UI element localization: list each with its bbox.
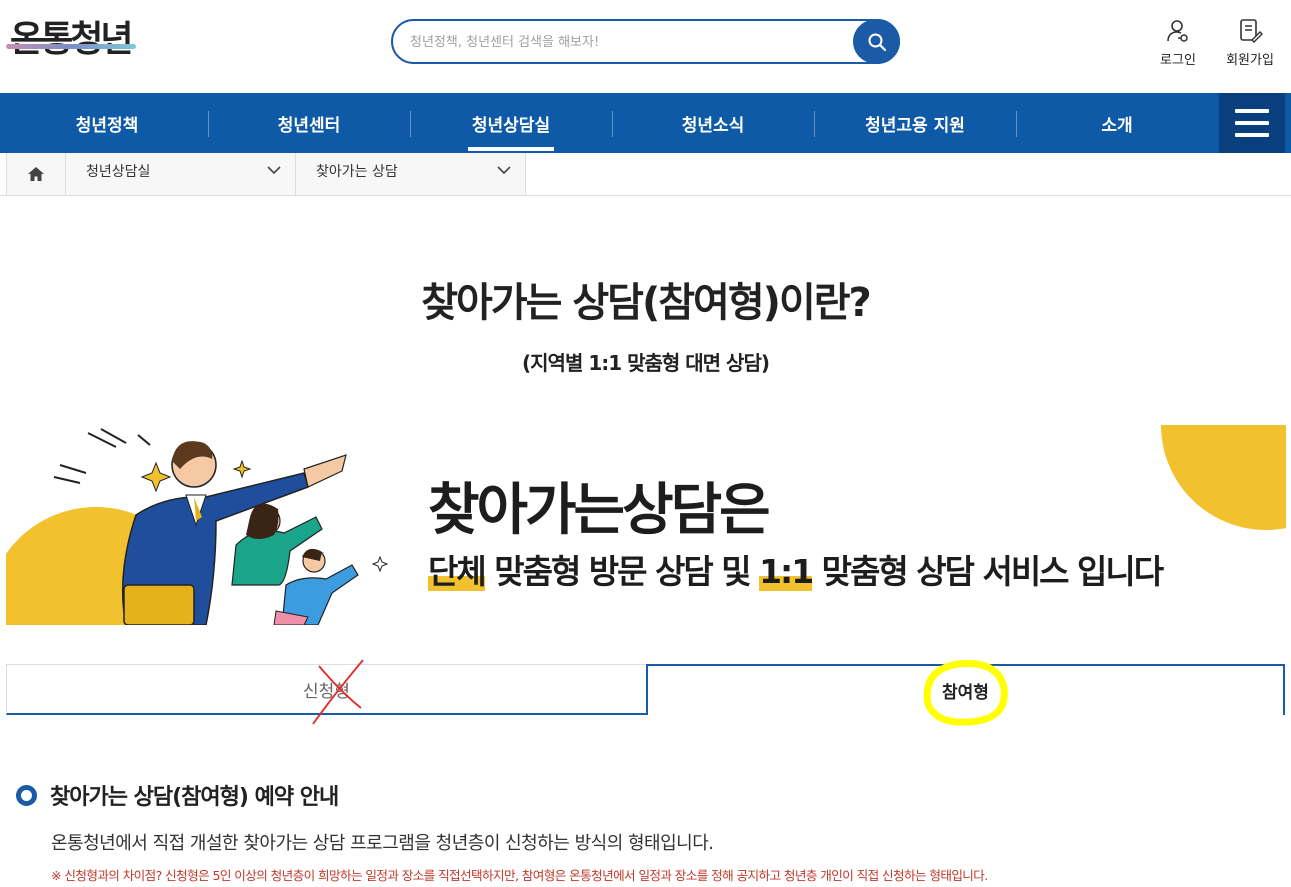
chevron-down-icon <box>497 166 511 175</box>
yellow-circle-annotation <box>923 660 1008 726</box>
main-navigation: 청년정책 청년센터 청년상담실 청년소식 청년고용 지원 소개 <box>0 93 1291 153</box>
signup-label: 회원가입 <box>1226 53 1274 68</box>
page-title: 찾아가는 상담(참여형)이란? <box>421 280 872 326</box>
banner-text: 맞춤형 상담 서비스 입니다 <box>812 552 1164 591</box>
search-icon <box>868 33 886 51</box>
hamburger-icon <box>1235 121 1269 125</box>
banner-headline: 찾아가는상담은 <box>428 478 771 543</box>
banner-highlight: 단체 <box>428 552 487 591</box>
search-bar <box>391 19 900 64</box>
breadcrumb: 청년상담실 찾아가는 상담 <box>0 153 1291 196</box>
signup-link[interactable]: 회원가입 <box>1220 18 1280 68</box>
nav-label: 청년상담실 <box>471 115 551 136</box>
running-people-illustration <box>53 428 389 625</box>
site-logo[interactable]: 온통청년 <box>6 16 141 70</box>
breadcrumb-level1-select[interactable]: 청년상담실 <box>66 153 296 195</box>
site-header: 온통청년 로그인 회원가입 <box>0 0 1291 93</box>
section-title: 찾아가는 상담(참여형) 예약 안내 <box>50 785 339 810</box>
section-description: 온통청년에서 직접 개설한 찾아가는 상담 프로그램을 청년층이 신청하는 방식… <box>51 833 714 854</box>
logo-decoration <box>6 44 136 49</box>
chevron-down-icon <box>267 166 281 175</box>
logo-text: 온통청년 <box>10 19 133 60</box>
decorative-circle <box>1161 425 1286 530</box>
banner-highlight: 1:1 <box>759 552 814 591</box>
login-link[interactable]: 로그인 <box>1148 18 1208 68</box>
intro-banner: 찾아가는상담은 단체 맞춤형 방문 상담 및 1:1 맞춤형 상담 서비스 입니… <box>6 425 1286 625</box>
home-icon <box>28 167 44 181</box>
nav-item-employment[interactable]: 청년고용 지원 <box>814 93 1016 153</box>
signup-form-icon <box>1240 19 1263 43</box>
page-subtitle: (지역별 1:1 맞춤형 대면 상담) <box>522 351 770 375</box>
nav-label: 청년소식 <box>681 115 745 136</box>
breadcrumb-level1-label: 청년상담실 <box>86 164 151 180</box>
hamburger-menu-button[interactable] <box>1219 93 1285 153</box>
banner-text: 맞춤형 방문 상담 및 <box>484 552 760 591</box>
bullet-circle-icon <box>16 784 37 806</box>
nav-item-news[interactable]: 청년소식 <box>612 93 814 153</box>
search-input[interactable] <box>410 31 830 53</box>
nav-item-center[interactable]: 청년센터 <box>208 93 410 153</box>
nav-label: 청년정책 <box>75 115 139 136</box>
nav-label: 소개 <box>1101 115 1133 136</box>
difference-note: ※ 신청형과의 차이점? 신청형은 5인 이상의 청년층이 희망하는 일정과 장… <box>51 868 988 883</box>
nav-label: 청년고용 지원 <box>865 115 965 136</box>
counseling-type-tabs: 신청형 참여형 <box>6 659 1285 726</box>
breadcrumb-home-button[interactable] <box>6 153 66 195</box>
red-cross-annotation <box>312 659 364 725</box>
nav-item-about[interactable]: 소개 <box>1016 93 1218 153</box>
banner-description: 단체 맞춤형 방문 상담 및 1:1 맞춤형 상담 서비스 입니다 <box>428 545 1164 593</box>
login-label: 로그인 <box>1160 53 1196 68</box>
section-heading: 찾아가는 상담(참여형) 예약 안내 <box>16 779 339 811</box>
hamburger-icon <box>1235 109 1269 113</box>
breadcrumb-level2-select[interactable]: 찾아가는 상담 <box>296 153 526 195</box>
breadcrumb-level2-label: 찾아가는 상담 <box>316 164 398 180</box>
nav-item-policy[interactable]: 청년정책 <box>6 93 208 153</box>
hamburger-icon <box>1235 133 1269 137</box>
nav-label: 청년센터 <box>277 115 341 136</box>
user-login-icon <box>1167 20 1188 42</box>
search-button[interactable] <box>853 19 900 64</box>
nav-item-counseling[interactable]: 청년상담실 <box>410 93 612 153</box>
